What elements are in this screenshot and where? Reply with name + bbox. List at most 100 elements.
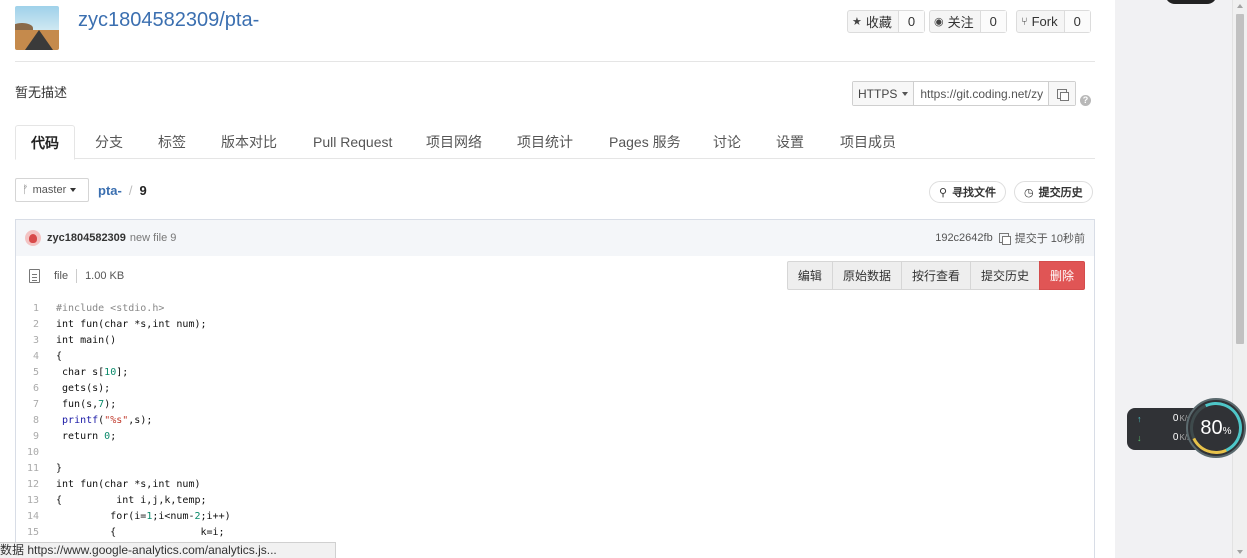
code-line: 5 char s[10]; xyxy=(16,365,1094,381)
line-number[interactable]: 9 xyxy=(16,429,39,445)
fork-button[interactable]: ⑂ Fork 0 xyxy=(1016,10,1091,33)
code-line: 6 gets(s); xyxy=(16,381,1094,397)
eye-icon: ◉ xyxy=(934,16,944,28)
tab-code[interactable]: 代码 xyxy=(15,125,75,160)
committer-avatar[interactable] xyxy=(25,230,41,246)
clone-url-input[interactable]: https://git.coding.net/zy xyxy=(914,82,1050,105)
line-number[interactable]: 11 xyxy=(16,461,39,477)
code-line: 8 printf("%s",s); xyxy=(16,413,1094,429)
line-number[interactable]: 1 xyxy=(16,301,39,317)
line-number[interactable]: 3 xyxy=(16,333,39,349)
raw-button[interactable]: 原始数据 xyxy=(831,261,902,290)
line-number[interactable]: 6 xyxy=(16,381,39,397)
tab-discussion[interactable]: 讨论 xyxy=(713,125,741,159)
commit-message[interactable]: new file 9 xyxy=(130,232,176,244)
tab-pull-request[interactable]: Pull Request xyxy=(313,125,392,159)
tab-network[interactable]: 项目网络 xyxy=(426,125,482,159)
line-number[interactable]: 12 xyxy=(16,477,39,493)
file-history-button[interactable]: 提交历史 xyxy=(969,261,1040,290)
tab-stats[interactable]: 项目统计 xyxy=(517,125,573,159)
file-header: file 1.00 KB 编辑 原始数据 按行查看 提交历史 删除 xyxy=(15,256,1095,296)
line-number[interactable]: 15 xyxy=(16,525,39,541)
breadcrumb-repo[interactable]: pta- xyxy=(98,183,122,198)
code-line: 13 { int i,j,k,temp; xyxy=(16,493,1094,509)
code-line: 11} xyxy=(16,461,1094,477)
star-button[interactable]: ★ 收藏 0 xyxy=(847,10,926,33)
protocol-select[interactable]: HTTPS xyxy=(853,82,915,105)
code-line: 15 { k=i; xyxy=(16,525,1094,541)
tab-compare[interactable]: 版本对比 xyxy=(221,125,277,159)
scrollbar-thumb[interactable] xyxy=(1236,14,1244,344)
line-number[interactable]: 10 xyxy=(16,445,39,461)
repo-page: zyc1804582309/pta- ★ 收藏 0 ◉ 关注 0 ⑂ Fork 0 暂… xyxy=(0,0,1115,558)
repo-owner-avatar[interactable] xyxy=(15,6,59,50)
code-text: { k=i; xyxy=(56,527,225,538)
search-icon: ⚲ xyxy=(939,186,948,199)
watch-count: 0 xyxy=(980,11,1006,32)
commit-history-button[interactable]: ◷ 提交历史 xyxy=(1014,181,1093,203)
code-line: 2 int fun(char *s,int num); xyxy=(16,317,1094,333)
code-text: gets(s); xyxy=(56,383,111,394)
code-text: { int i,j,k,temp; xyxy=(56,495,207,506)
repo-tabs: 代码 分支 标签 版本对比 Pull Request 项目网络 项目统计 Pag… xyxy=(15,125,1095,160)
divider xyxy=(76,268,78,283)
fork-icon: ⑂ xyxy=(1021,15,1028,28)
vertical-scrollbar[interactable] xyxy=(1232,0,1247,558)
branch-icon: ᚠ xyxy=(22,184,29,196)
decoration-image xyxy=(1165,0,1217,4)
watch-button[interactable]: ◉ 关注 0 xyxy=(929,10,1007,33)
tab-tags[interactable]: 标签 xyxy=(158,125,186,159)
line-number[interactable]: 14 xyxy=(16,509,39,525)
commit-hash[interactable]: 192c2642fb xyxy=(935,232,993,244)
code-viewer[interactable]: 1 #include <stdio.h> 2 int fun(char *s,int … xyxy=(15,295,1095,558)
scroll-up-icon[interactable] xyxy=(1237,4,1243,8)
edit-button[interactable]: 编辑 xyxy=(786,261,833,290)
tab-settings[interactable]: 设置 xyxy=(776,125,804,159)
branch-selector[interactable]: ᚠ master xyxy=(15,178,89,202)
code-text: int fun(char *s,int num) xyxy=(56,479,201,490)
code-text: for(i=1;i<num-2;i++) xyxy=(56,511,231,522)
breadcrumb: pta- / 9 xyxy=(98,183,147,198)
line-number[interactable]: 7 xyxy=(16,397,39,413)
breadcrumb-separator: / xyxy=(128,183,133,198)
find-file-button[interactable]: ⚲ 寻找文件 xyxy=(929,181,1007,203)
committer-name[interactable]: zyc1804582309 xyxy=(47,232,126,244)
file-type: file xyxy=(54,269,69,282)
tab-branches[interactable]: 分支 xyxy=(95,125,123,159)
tab-members[interactable]: 项目成员 xyxy=(840,125,896,159)
code-text: { xyxy=(56,351,63,362)
usage-percent: 80 xyxy=(1200,416,1223,439)
copy-url-button[interactable] xyxy=(1049,82,1076,105)
file-actions: 编辑 原始数据 按行查看 提交历史 删除 xyxy=(786,261,1085,290)
code-text: fun(s,7); xyxy=(56,399,117,410)
file-size: 1.00 KB xyxy=(85,269,125,282)
blame-button[interactable]: 按行查看 xyxy=(900,261,971,290)
code-line: 12 int fun(char *s,int num) xyxy=(16,477,1094,493)
file-icon xyxy=(29,268,40,283)
line-number[interactable]: 13 xyxy=(16,493,39,509)
clock-icon: ◷ xyxy=(1024,186,1034,199)
code-line: 1 #include <stdio.h> xyxy=(16,301,1094,317)
header-divider xyxy=(15,61,1095,62)
delete-button[interactable]: 删除 xyxy=(1038,261,1085,290)
help-icon[interactable]: ? xyxy=(1080,95,1091,106)
line-number[interactable]: 8 xyxy=(16,413,39,429)
code-line: 4{ xyxy=(16,349,1094,365)
line-number[interactable]: 5 xyxy=(16,365,39,381)
tab-pages[interactable]: Pages 服务 xyxy=(609,125,681,159)
commit-time: 提交于 10秒前 xyxy=(1014,233,1085,245)
memory-usage-gauge[interactable]: 80% xyxy=(1182,394,1247,462)
code-text: #include <stdio.h> xyxy=(56,303,165,314)
code-text: int main() xyxy=(56,335,117,346)
upload-arrow-icon: ↑ xyxy=(1137,413,1142,424)
repo-description: 暂无描述 xyxy=(15,85,68,100)
line-number[interactable]: 4 xyxy=(16,349,39,365)
scroll-down-icon[interactable] xyxy=(1237,550,1243,554)
page-side-gutter xyxy=(1115,0,1232,558)
repo-title[interactable]: zyc1804582309/pta- xyxy=(78,9,259,32)
browser-status-bar: 数据 https://www.google-analytics.com/anal… xyxy=(0,542,336,558)
code-text: char s[10]; xyxy=(56,367,129,378)
line-number[interactable]: 2 xyxy=(16,317,39,333)
copy-icon[interactable] xyxy=(998,233,1011,245)
code-line: 9 return 0; xyxy=(16,429,1094,445)
